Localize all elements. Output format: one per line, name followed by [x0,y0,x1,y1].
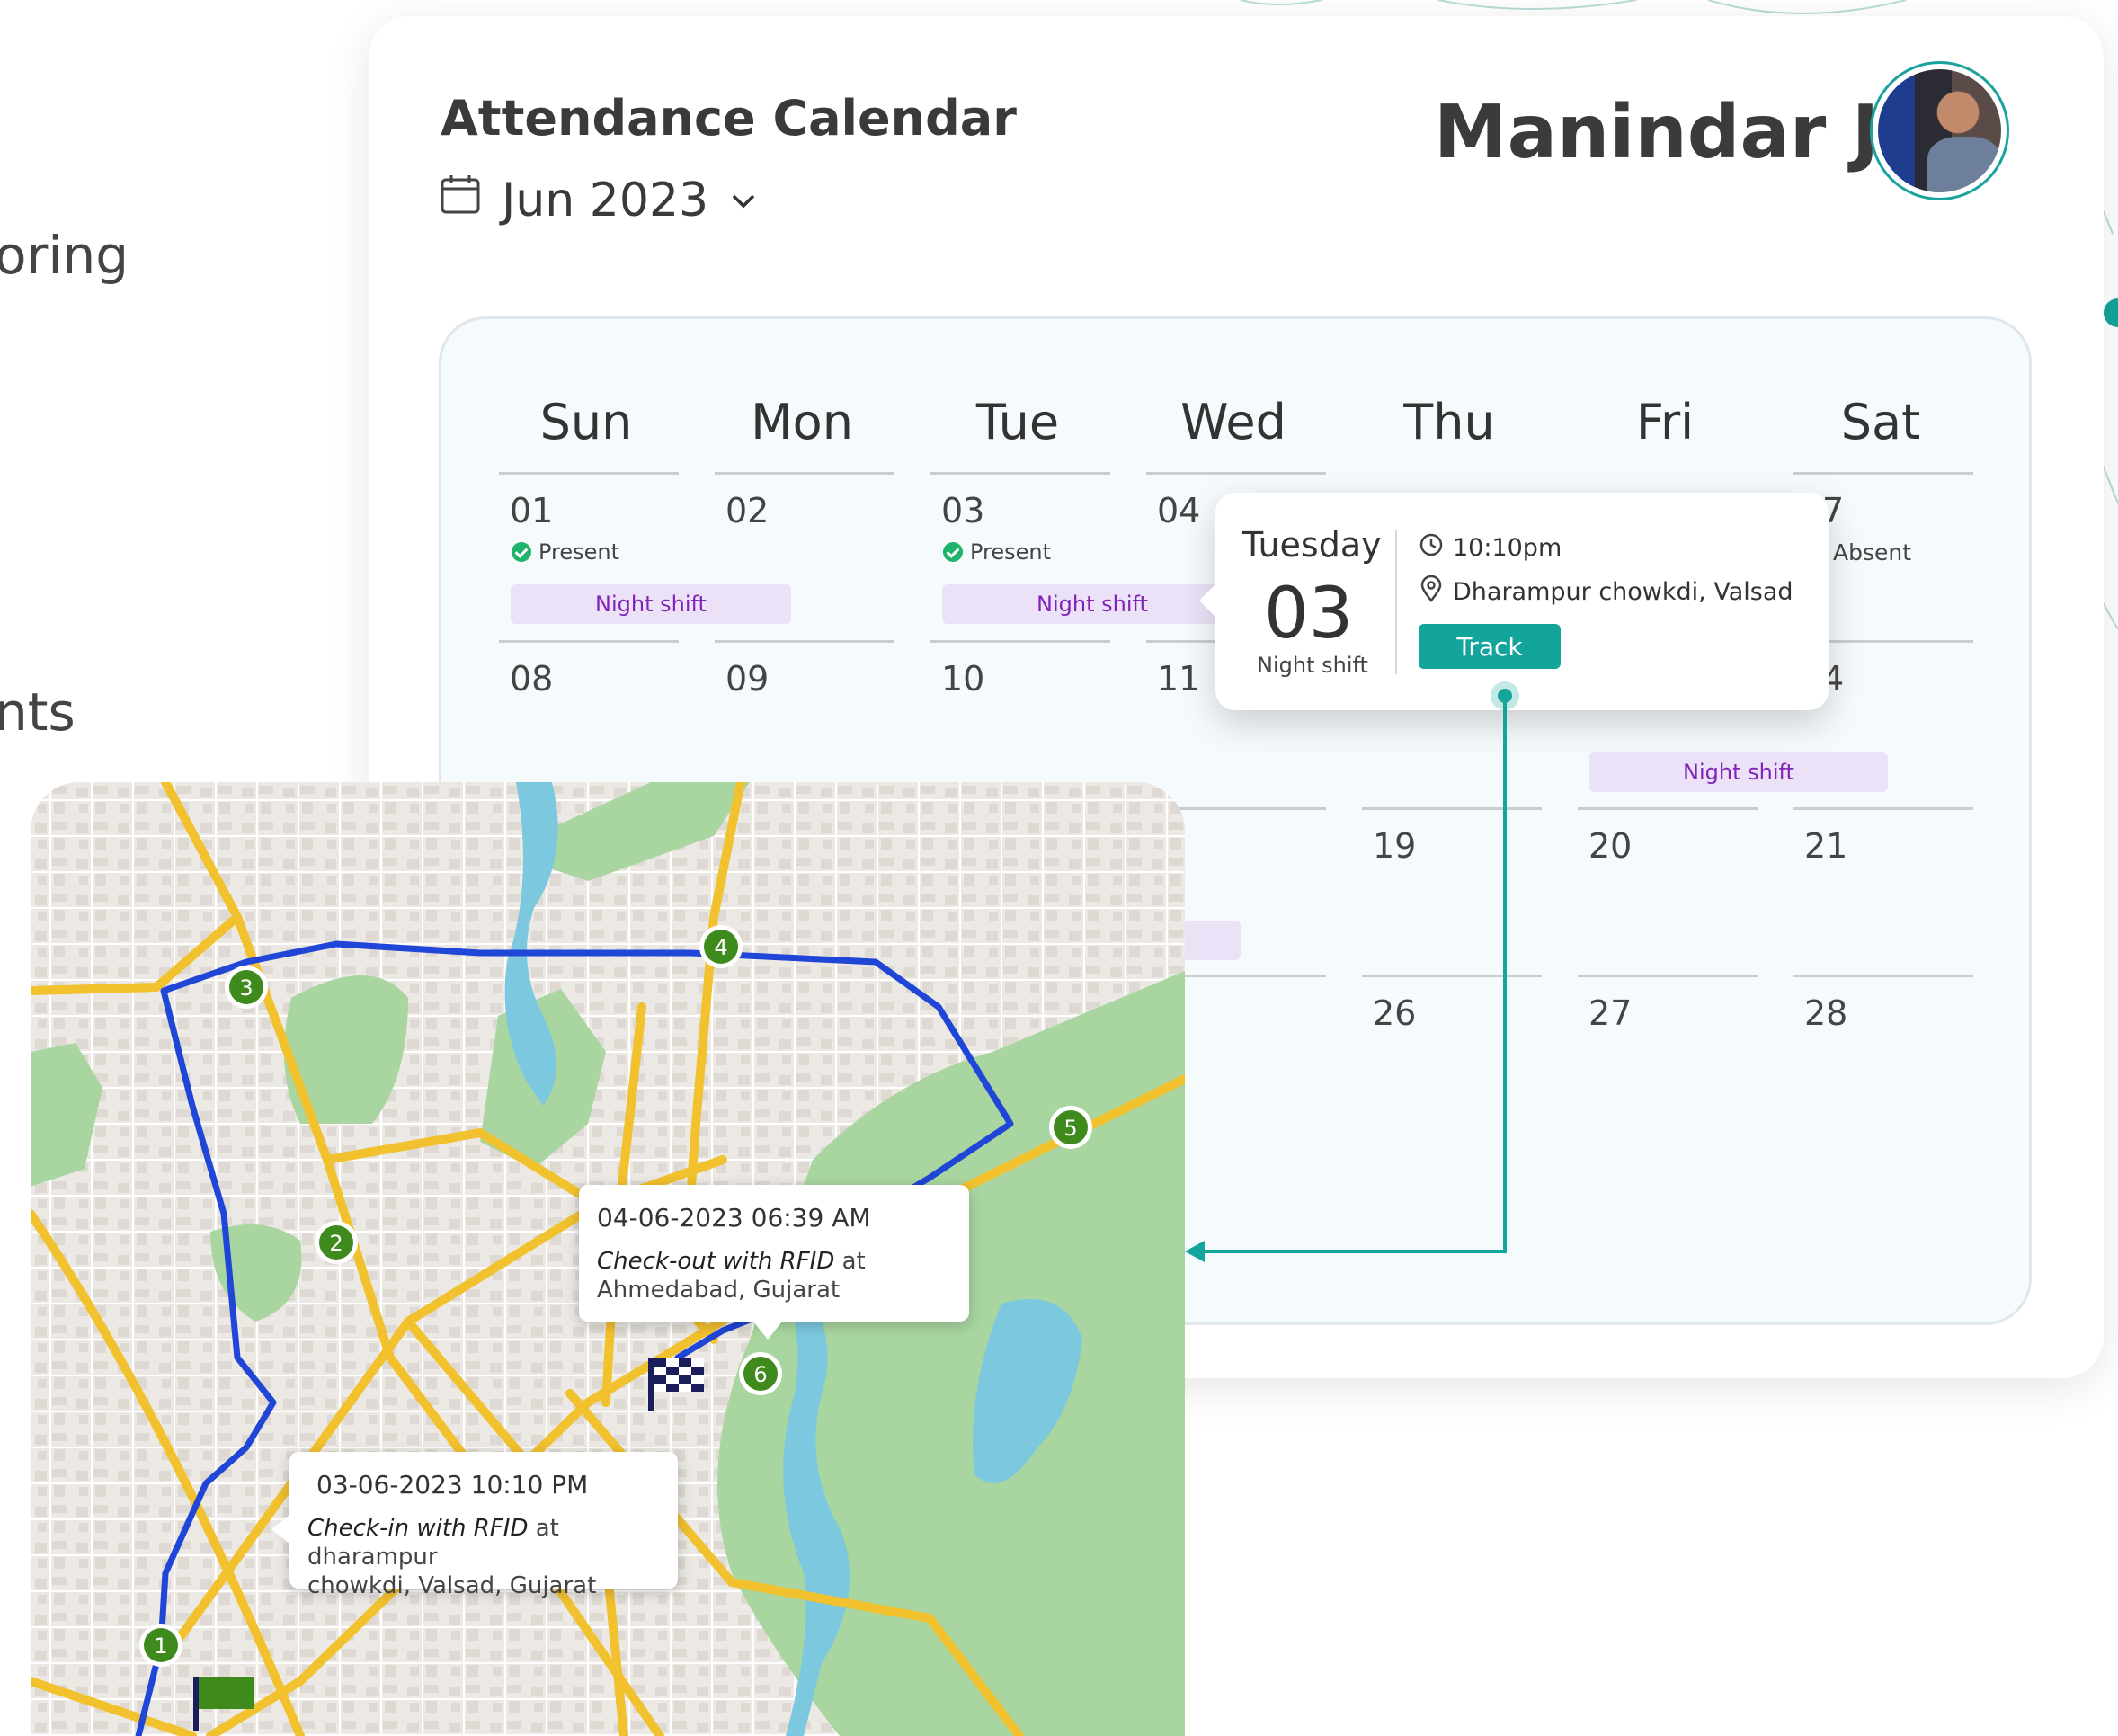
clock-icon [1419,532,1444,564]
popup-shift: Night shift [1257,653,1368,678]
day-number: 28 [1804,993,1848,1033]
day-cell-09[interactable]: 09 [715,640,894,805]
weekday-sun: Sun [539,394,633,450]
checkout-detail: Check-out with RFID at [597,1247,951,1276]
day-cell-20[interactable]: 20 [1578,807,1758,972]
day-cell-28[interactable]: 28 [1793,975,1973,1139]
checkin-place: chowkdi, Valsad, Gujarat [307,1572,597,1599]
weekday-mon: Mon [751,394,853,450]
day-number: 10 [941,659,985,699]
checkout-place: Ahmedabad, Gujarat [597,1277,841,1304]
checkout-action: Check-out with RFID [597,1248,835,1275]
checkout-timestamp: 04-06-2023 06:39 AM [597,1203,871,1233]
marker-3-label: 3 [239,975,253,1001]
chevron-down-icon [728,174,759,227]
day-number: 03 [941,491,985,530]
popup-date: 03 [1264,574,1354,654]
marker-6-label: 6 [753,1362,767,1387]
checkout-connector: at [841,1248,866,1275]
popup-location: Dharampur chowkdi, Valsad [1453,578,1793,606]
day-number: 11 [1157,659,1201,699]
month-selector[interactable]: Jun 2023 [439,173,759,227]
day-number: 08 [510,659,554,699]
popup-location-row: Dharampur chowkdi, Valsad [1419,574,1793,609]
weekday-sat: Sat [1840,394,1921,450]
track-button[interactable]: Track [1419,624,1561,669]
checkin-action: Check-in with RFID [307,1515,529,1542]
day-number: 01 [510,491,554,530]
check-icon [512,542,531,562]
day-number: 21 [1804,826,1848,866]
card-title: Attendance Calendar [441,90,1017,147]
weekday-tue: Tue [975,394,1060,450]
day-number: 19 [1373,826,1417,866]
popup-day-name: Tuesday [1242,525,1382,565]
night-shift-badge[interactable]: Night shift [942,584,1242,624]
checkin-callout: 03-06-2023 10:10 PM Check-in with RFID a… [271,1452,678,1599]
user-name: Manindar J. [1434,90,1908,175]
day-number: 27 [1588,993,1633,1033]
day-number: 04 [1157,491,1201,530]
night-shift-badge[interactable]: Night shift [511,584,791,624]
location-pin-icon [1419,574,1444,609]
avatar[interactable] [1870,61,2009,200]
day-cell-19[interactable]: 19 [1362,807,1542,972]
month-label: Jun 2023 [502,173,709,227]
checkout-callout: 04-06-2023 06:39 AM Check-out with RFID … [579,1185,969,1340]
weekday-fri: Fri [1635,394,1695,450]
weekday-wed: Wed [1180,394,1286,450]
popup-divider [1395,530,1397,674]
day-cell-26[interactable]: 26 [1362,975,1542,1139]
day-cell-08[interactable]: 08 [499,640,679,805]
status-absent: Absent [1833,539,1912,565]
day-number: 02 [725,491,770,530]
checkin-detail: Check-in with RFID at dharampur [307,1514,660,1571]
day-number: 09 [725,659,770,699]
popup-time-row: 10:10pm [1419,532,1562,564]
marker-1-label: 1 [154,1634,167,1659]
day-cell-21[interactable]: 21 [1793,807,1973,972]
status-present: Present [512,539,619,565]
day-number: 20 [1588,826,1633,866]
checkin-timestamp: 03-06-2023 10:10 PM [316,1470,589,1500]
day-cell-27[interactable]: 27 [1578,975,1758,1139]
day-detail-popup: Tuesday 03 Night shift 10:10pm Dharampur… [1199,493,1829,710]
background-text-2: nts [0,681,76,743]
night-shift-badge[interactable]: Night shift [1589,752,1888,792]
marker-4-label: 4 [714,935,727,960]
day-cell-10[interactable]: 10 [930,640,1110,805]
background-text-1: oring [0,225,129,286]
weekday-thu: Thu [1403,394,1495,450]
marker-5-label: 5 [1063,1116,1077,1141]
popup-time: 10:10pm [1453,534,1562,562]
day-number: 26 [1373,993,1417,1033]
marker-2-label: 2 [329,1231,343,1256]
status-present: Present [943,539,1051,565]
calendar-icon [439,173,482,227]
check-icon [943,542,963,562]
